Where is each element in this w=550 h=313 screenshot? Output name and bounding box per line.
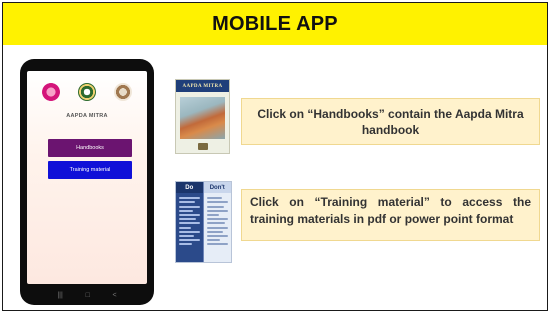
logo-row [27,83,147,101]
phone-nav-bar: ||| □ < [20,285,154,305]
training-callout: Click on “Training material” to access t… [241,189,540,241]
seal-logo-icon [114,83,132,101]
ndma-logo-icon [42,83,60,101]
handbooks-button[interactable]: Handbooks [48,139,132,157]
training-material-button[interactable]: Training material [48,161,132,179]
handbooks-callout: Click on “Handbooks” contain the Aapda M… [241,98,540,145]
slide-title: MOBILE APP [212,12,338,35]
home-icon[interactable]: □ [86,292,90,299]
training-callout-text: Click on “Training material” to access t… [250,195,531,226]
phone-mockup: AAPDA MITRA Handbooks Training material … [20,59,154,305]
emblem-logo-icon [78,83,96,101]
handbook-cover-title: AAPDA MITRA [176,80,229,92]
donts-column: Don't [203,182,231,262]
dos-donts-thumbnail: Do Don't [175,181,232,263]
dos-heading: Do [176,182,203,193]
back-icon[interactable]: < [113,292,117,299]
slide-frame: MOBILE APP AAPDA MITRA Handbooks Trainin… [2,2,548,311]
phone-screen: AAPDA MITRA Handbooks Training material [27,71,147,284]
app-title: AAPDA MITRA [66,113,108,119]
title-bar: MOBILE APP [3,3,547,45]
handbook-cover-photo [180,97,225,139]
donts-heading: Don't [203,182,231,193]
handbook-cover-emblem-icon [198,143,208,150]
dos-column: Do [176,182,204,262]
recent-apps-icon[interactable]: ||| [57,292,62,299]
handbooks-callout-text: Click on “Handbooks” contain the Aapda M… [257,106,524,137]
handbook-cover-thumbnail: AAPDA MITRA [175,79,230,154]
